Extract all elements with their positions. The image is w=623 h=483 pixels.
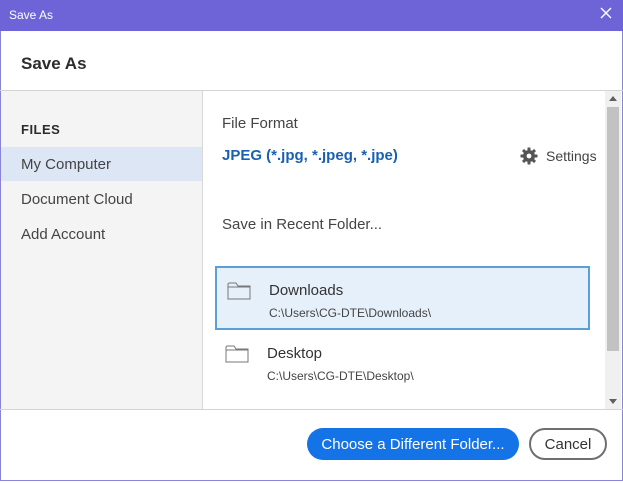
dialog-header: Save As [0,31,623,91]
folder-path: C:\Users\CG-DTE\Desktop\ [267,369,414,383]
file-format-value[interactable]: JPEG (*.jpg, *.jpeg, *.jpe) [222,147,398,164]
sidebar-section-files: FILES [21,122,61,137]
sidebar: FILES My Computer Document Cloud Add Acc… [1,91,203,409]
settings-label: Settings [546,148,597,164]
sidebar-item-my-computer[interactable]: My Computer [1,147,202,181]
close-icon[interactable] [599,6,613,20]
main-panel: File Format JPEG (*.jpg, *.jpeg, *.jpe) … [203,91,605,409]
folder-name: Desktop [267,345,323,362]
window-titlebar: Save As [0,0,623,31]
scroll-up-arrow-icon[interactable] [609,96,617,101]
folder-icon [227,282,251,300]
vertical-scrollbar[interactable] [605,91,621,409]
recent-folder-label: Save in Recent Folder... [222,216,383,233]
folder-icon [225,345,249,363]
folder-path: C:\Users\CG-DTE\Downloads\ [269,306,432,320]
recent-folder-partial[interactable] [215,396,590,409]
dialog-footer: Choose a Different Folder... Cancel [0,409,623,483]
folder-name: Downloads [269,282,344,299]
sidebar-item-label: Add Account [21,226,106,243]
window-title: Save As [9,8,54,22]
scroll-down-arrow-icon[interactable] [609,399,617,404]
choose-folder-button[interactable]: Choose a Different Folder... [307,428,519,460]
sidebar-item-document-cloud[interactable]: Document Cloud [1,182,202,216]
dialog-title: Save As [21,54,87,73]
sidebar-item-label: Document Cloud [21,191,133,208]
cancel-button[interactable]: Cancel [529,428,607,460]
recent-folder-downloads[interactable]: Downloads C:\Users\CG-DTE\Downloads\ [215,266,590,330]
scrollbar-thumb[interactable] [607,107,619,351]
gear-icon [520,147,538,165]
sidebar-item-label: My Computer [21,156,112,173]
file-format-label: File Format [222,115,298,132]
recent-folder-desktop[interactable]: Desktop C:\Users\CG-DTE\Desktop\ [215,331,590,395]
sidebar-item-add-account[interactable]: Add Account [1,217,202,251]
